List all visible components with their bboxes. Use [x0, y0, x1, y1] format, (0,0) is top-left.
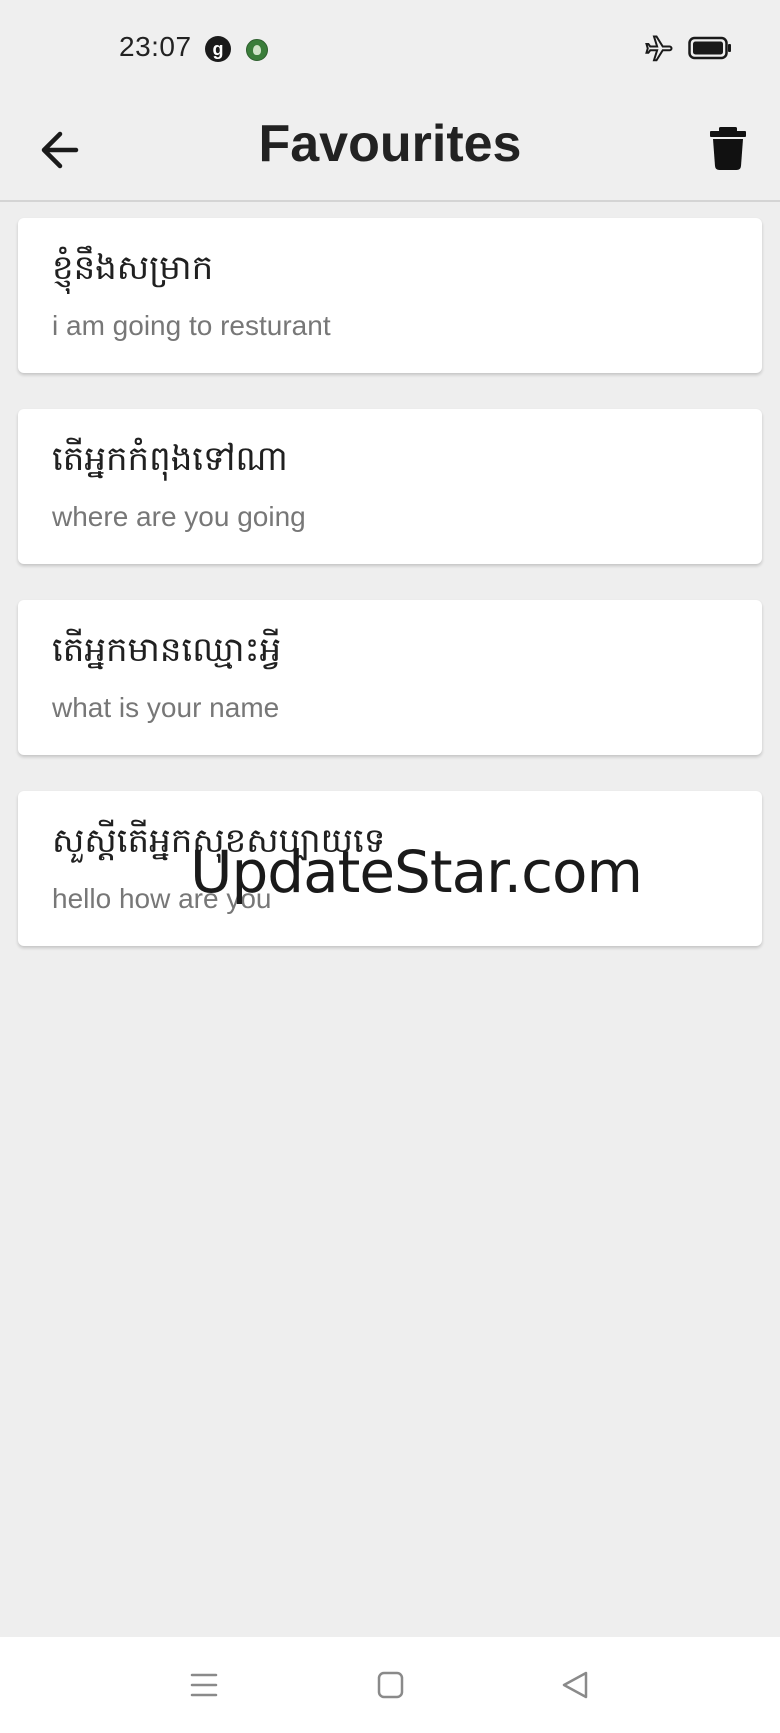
- app-notification-icon: [246, 39, 268, 61]
- home-button[interactable]: [370, 1665, 410, 1705]
- trash-icon: [710, 127, 746, 170]
- status-time: 23:07: [119, 31, 192, 62]
- system-nav-bar: [0, 1637, 780, 1733]
- english-translation: what is your name: [52, 692, 280, 723]
- english-translation: i am going to resturant: [52, 310, 331, 341]
- status-bar: 23:07 g: [0, 0, 780, 100]
- khmer-phrase: សួស្តីតើអ្នកសុខសប្បាយទេ: [52, 821, 386, 861]
- favourite-card[interactable]: តើអ្នកមានឈ្មោះអ្វី what is your name: [18, 600, 762, 755]
- english-translation: hello how are you: [52, 883, 272, 914]
- system-back-button[interactable]: [556, 1665, 596, 1705]
- g-app-icon: g: [205, 36, 231, 62]
- recent-apps-button[interactable]: [184, 1665, 224, 1705]
- favourite-card[interactable]: តើអ្នកកំពុងទៅណា where are you going: [18, 409, 762, 564]
- favourite-card[interactable]: ខ្ញុំនឹងសម្រាក i am going to resturant: [18, 218, 762, 373]
- home-square-icon: [377, 1671, 404, 1699]
- favourite-card[interactable]: សួស្តីតើអ្នកសុខសប្បាយទេ hello how are yo…: [18, 791, 762, 946]
- battery-icon: [688, 36, 731, 60]
- khmer-phrase: តើអ្នកកំពុងទៅណា: [52, 439, 288, 479]
- airplane-mode-icon: [645, 35, 673, 62]
- menu-icon: [190, 1673, 218, 1697]
- favourites-list: ខ្ញុំនឹងសម្រាក i am going to resturant ត…: [18, 218, 762, 982]
- delete-button[interactable]: [706, 118, 750, 178]
- khmer-phrase: ខ្ញុំនឹងសម្រាក: [52, 248, 214, 288]
- khmer-phrase: តើអ្នកមានឈ្មោះអ្វី: [52, 630, 282, 670]
- page-title: Favourites: [258, 115, 522, 173]
- app-bar: Favourites: [0, 100, 780, 202]
- english-translation: where are you going: [52, 501, 306, 532]
- back-triangle-icon: [562, 1671, 588, 1699]
